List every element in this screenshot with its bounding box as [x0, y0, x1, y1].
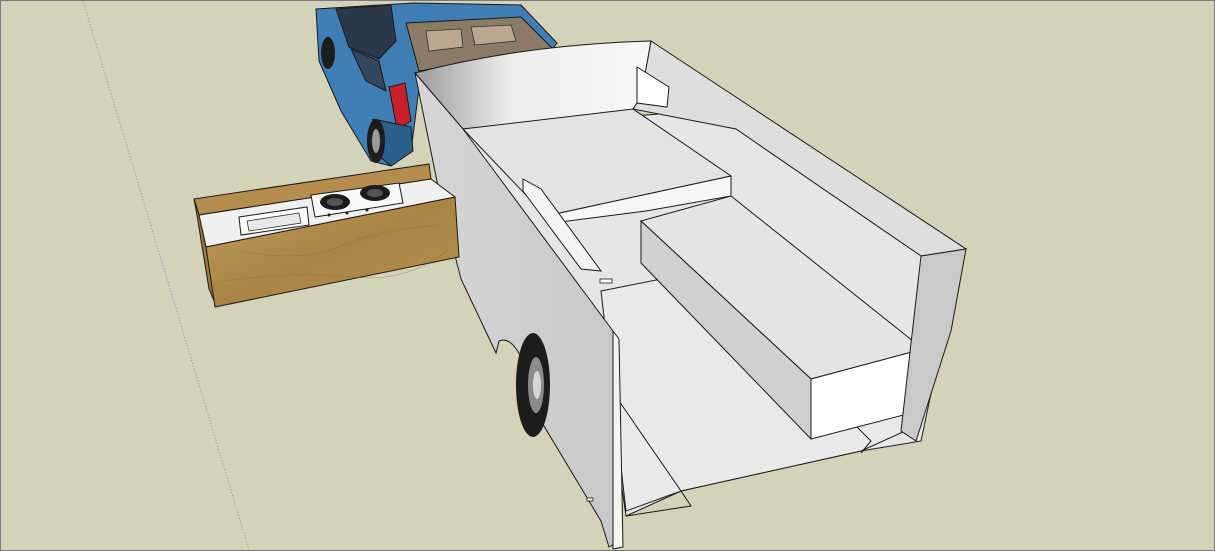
car-seats: [425, 28, 464, 52]
kitchen-module-icon[interactable]: [193, 163, 460, 308]
trailer-icon[interactable]: [414, 40, 968, 550]
wheel-hub: [372, 129, 380, 153]
latch-mark: [586, 497, 594, 502]
3d-model-viewport[interactable]: [0, 0, 1215, 551]
latch-mark: [599, 278, 613, 284]
wheel-hub: [533, 371, 541, 399]
wheel-icon: [321, 37, 335, 69]
scene-canvas[interactable]: [1, 1, 1214, 550]
car-seats: [470, 24, 517, 46]
